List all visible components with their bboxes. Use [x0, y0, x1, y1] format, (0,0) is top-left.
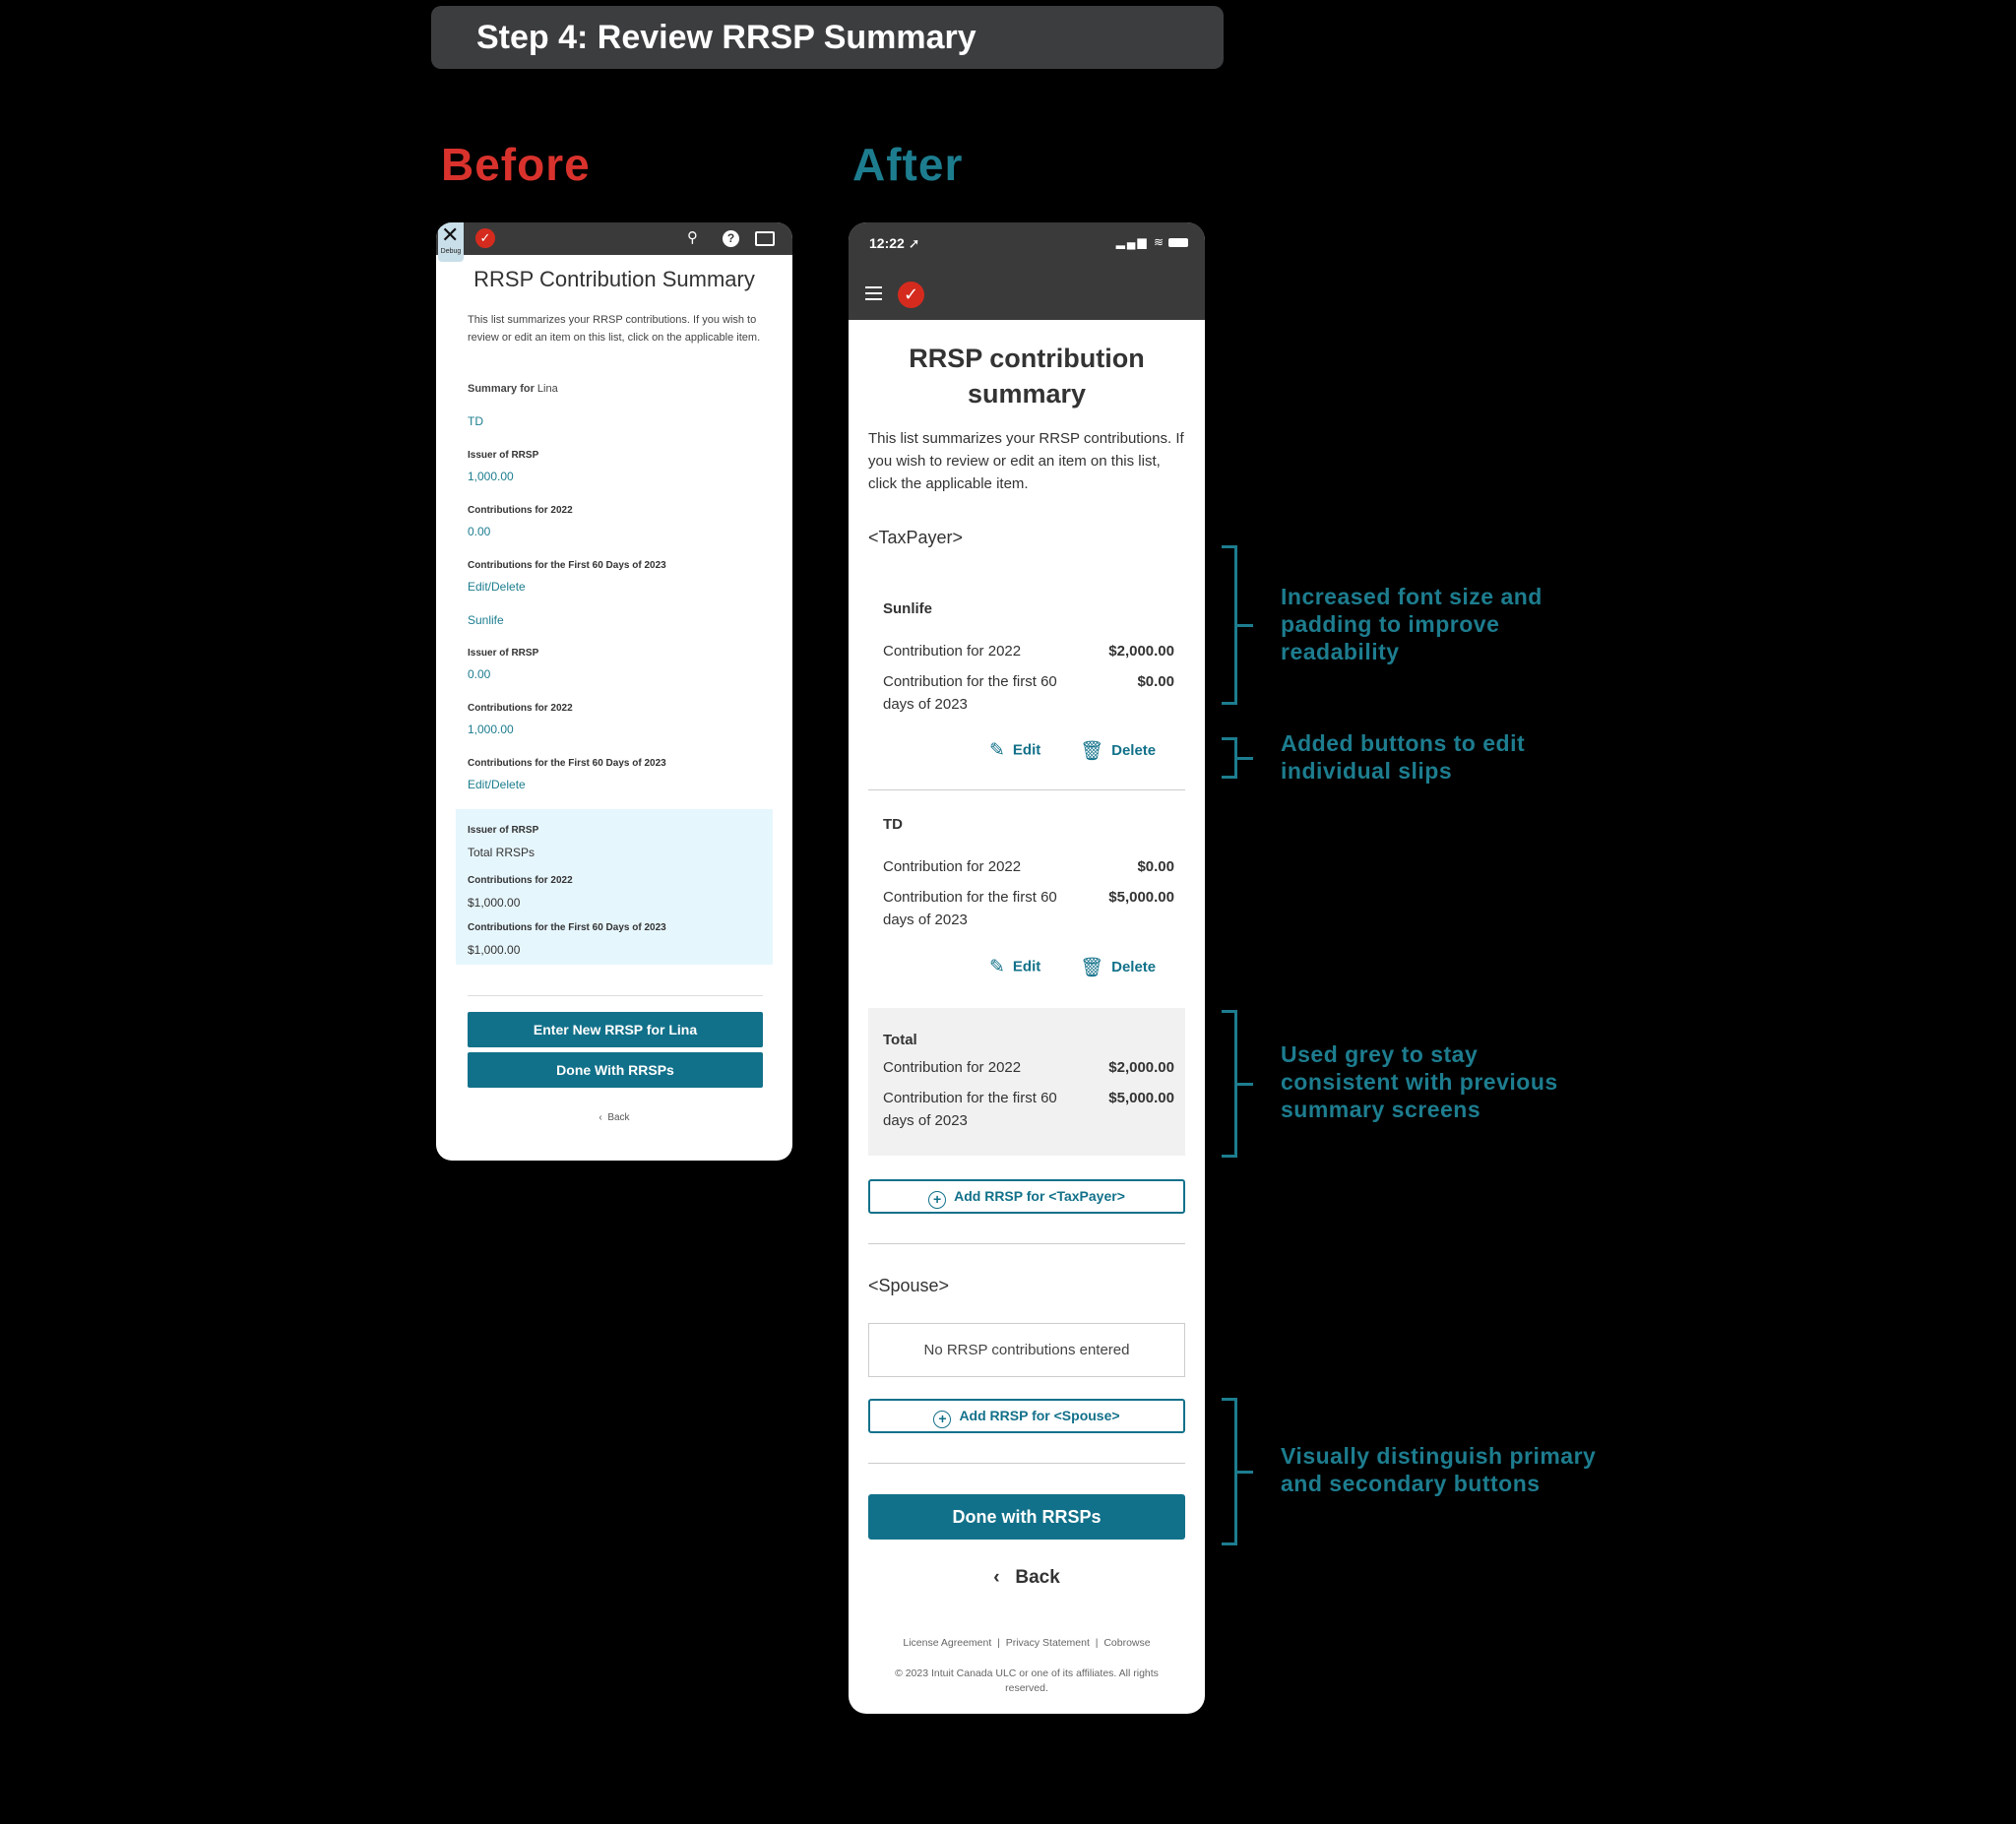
back-link[interactable]: ‹ Back	[849, 1567, 1205, 1589]
annotation-bracket	[1222, 737, 1237, 779]
pencil-icon: ✎	[989, 740, 1005, 761]
issuer-label: Issuer of RRSP	[468, 450, 539, 461]
annotation-note-readability: Increased font size and padding to impro…	[1281, 584, 1543, 664]
contrib-2022-label: Contributions for 2022	[468, 703, 573, 714]
sunlife-2022-row: Contribution for 2022 $2,000.00	[883, 643, 1174, 660]
total-first60-row: Contribution for the first 60 days of 20…	[883, 1090, 1174, 1129]
total-first60-label: Contributions for the First 60 Days of 2…	[468, 922, 666, 933]
after-phone: 12:22 ➚ ▂▄▆ ≋ ✓ RRSP contribution summar…	[849, 222, 1205, 1714]
td-2022-row: Contribution for 2022 $0.00	[883, 858, 1174, 875]
annotation-bracket	[1222, 545, 1237, 705]
intro-text: This list summarizes your RRSP contribut…	[868, 430, 1184, 492]
done-with-rrsps-button[interactable]: Done with RRSPs	[868, 1494, 1185, 1540]
total-first60-value: $1,000.00	[468, 943, 521, 957]
annotation-bracket-tick	[1237, 624, 1253, 627]
done-with-rrsps-button[interactable]: Done With RRSPs	[468, 1052, 763, 1088]
total-2022-label: Contributions for 2022	[468, 875, 573, 886]
annotation-note-grey: Used grey to stay consistent with previo…	[1281, 1041, 1558, 1122]
annotation-note-buttons: Visually distinguish primary and seconda…	[1281, 1443, 1597, 1496]
sunlife-delete-button[interactable]: 🗑 Delete	[1080, 739, 1156, 763]
page-title: RRSP contribution summary	[909, 344, 1145, 409]
td-edit-button[interactable]: ✎ Edit	[989, 956, 1040, 978]
sunlife-edit-delete-link[interactable]: Edit/Delete	[468, 778, 526, 791]
sunlife-name: Sunlife	[883, 600, 933, 617]
td-link[interactable]: TD	[468, 414, 483, 428]
annotation-note-edit-buttons: Added buttons to edit individual slips	[1281, 730, 1526, 784]
signal-icon: ▂▄▆	[1115, 235, 1149, 249]
summary-for: Summary for Lina	[468, 383, 558, 395]
status-icons: ▂▄▆ ≋	[1116, 235, 1188, 249]
footer-links: License Agreement | Privacy Statement | …	[903, 1637, 1151, 1649]
sunlife-2022-value[interactable]: 1,000.00	[468, 723, 514, 736]
sunlife-issuer-value[interactable]: 0.00	[468, 667, 490, 681]
issuer-label: Issuer of RRSP	[468, 648, 539, 659]
contrib-2022-label: Contributions for 2022	[468, 505, 573, 516]
sunlife-link[interactable]: Sunlife	[468, 613, 504, 627]
checkmark-logo-icon: ✓	[898, 282, 924, 308]
total-2022-row: Contribution for 2022 $2,000.00	[883, 1059, 1174, 1076]
chevron-left-icon: ‹	[993, 1567, 1000, 1588]
nav-bar: ✓	[849, 269, 1205, 320]
annotation-bracket-tick	[1237, 1471, 1253, 1474]
annotation-bracket	[1222, 1398, 1237, 1545]
td-edit-delete-link[interactable]: Edit/Delete	[468, 580, 526, 594]
enter-new-rrsp-button[interactable]: Enter New RRSP for Lina	[468, 1012, 763, 1047]
td-name: TD	[883, 816, 903, 833]
total-2022-value: $1,000.00	[468, 896, 521, 910]
search-icon[interactable]: ⚲	[687, 228, 698, 248]
privacy-link[interactable]: Privacy Statement	[1006, 1637, 1090, 1649]
before-top-bar: ✕ Debug ✓ ⚲ ?	[436, 222, 792, 262]
annotation-bracket	[1222, 1010, 1237, 1158]
td-issuer-value[interactable]: 1,000.00	[468, 470, 514, 483]
add-rrsp-spouse-button[interactable]: + Add RRSP for <Spouse>	[868, 1399, 1185, 1433]
plus-circle-icon: +	[928, 1191, 947, 1209]
td-first60-row: Contribution for the first 60 days of 20…	[883, 889, 1174, 928]
before-phone: ✕ Debug ✓ ⚲ ? RRSP Contribution Summary T…	[436, 222, 792, 1161]
add-rrsp-taxpayer-button[interactable]: + Add RRSP for <TaxPayer>	[868, 1179, 1185, 1214]
location-arrow-icon: ➚	[908, 235, 920, 251]
help-icon[interactable]: ?	[723, 230, 739, 247]
status-bar: 12:22 ➚ ▂▄▆ ≋	[849, 222, 1205, 269]
checkmark-logo-icon: ✓	[475, 228, 495, 248]
cobrowse-link[interactable]: Cobrowse	[1103, 1637, 1150, 1649]
divider	[868, 789, 1185, 790]
td-delete-button[interactable]: 🗑 Delete	[1080, 956, 1156, 979]
intro-text: This list summarizes your RRSP contribut…	[468, 314, 761, 344]
after-heading: After	[852, 139, 964, 190]
chat-icon[interactable]	[755, 231, 775, 246]
td-2022-value[interactable]: 0.00	[468, 525, 490, 538]
sunlife-first60-row: Contribution for the first 60 days of 20…	[883, 673, 1174, 713]
divider	[868, 1463, 1185, 1464]
menu-icon[interactable]	[865, 286, 882, 300]
annotation-bracket-tick	[1237, 1083, 1253, 1086]
spouse-heading: <Spouse>	[868, 1276, 950, 1295]
total-name: Total	[883, 1032, 917, 1048]
sunlife-edit-button[interactable]: ✎ Edit	[989, 739, 1040, 762]
step-banner: Step 4: Review RRSP Summary	[431, 6, 1224, 69]
back-link[interactable]: ‹ Back	[436, 1112, 792, 1123]
annotation-bracket-tick	[1237, 757, 1253, 760]
divider	[868, 1243, 1185, 1244]
debug-icon[interactable]: ✕ Debug	[438, 222, 464, 262]
total-rrsps: Total RRSPs	[468, 846, 536, 859]
before-heading: Before	[441, 139, 591, 190]
plus-circle-icon: +	[933, 1411, 952, 1428]
chevron-left-icon: ‹	[598, 1112, 602, 1123]
divider	[468, 995, 763, 996]
total-box	[868, 1008, 1185, 1156]
license-link[interactable]: License Agreement	[903, 1637, 991, 1649]
clock: 12:22 ➚	[869, 235, 920, 251]
first60-label: Contributions for the First 60 Days of 2…	[468, 560, 666, 571]
wifi-icon: ≋	[1153, 235, 1166, 249]
copyright: © 2023 Intuit Canada ULC or one of its a…	[895, 1667, 1159, 1694]
taxpayer-heading: <TaxPayer>	[868, 528, 964, 547]
first60-label: Contributions for the First 60 Days of 2…	[468, 758, 666, 769]
pencil-icon: ✎	[989, 957, 1005, 977]
trash-icon: 🗑	[1080, 741, 1104, 762]
trash-icon: 🗑	[1080, 958, 1104, 978]
empty-state: No RRSP contributions entered	[868, 1323, 1185, 1377]
total-issuer-label: Issuer of RRSP	[468, 825, 539, 836]
page-title: RRSP Contribution Summary	[473, 267, 755, 291]
battery-icon	[1168, 238, 1188, 248]
